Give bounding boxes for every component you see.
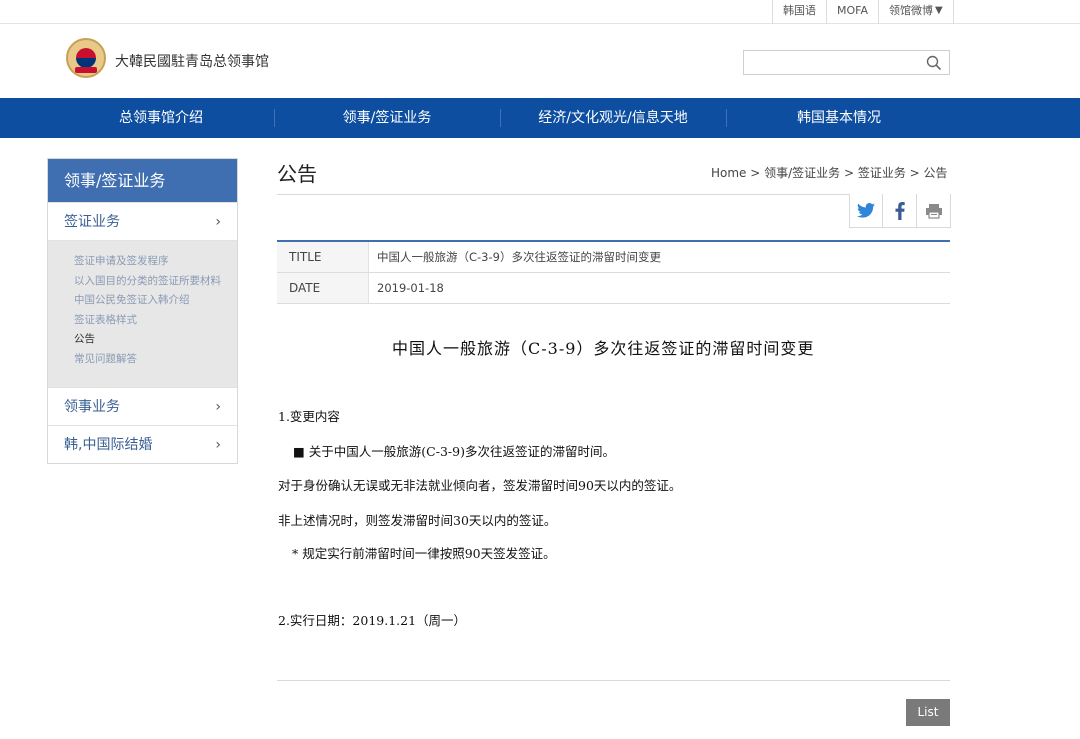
korean-language-link[interactable]: 韩国语 [772, 0, 826, 24]
submenu-notice[interactable]: 公告 [74, 330, 237, 350]
sidebar: 领事/签证业务 签证业务 › 签证申请及签发程序 以入国目的分类的签证所要材料 … [47, 158, 238, 464]
breadcrumb[interactable]: Home > 领事/签证业务 > 签证业务 > 公告 [711, 164, 948, 181]
title-value: 中国人一般旅游（C-3-9）多次往返签证的滞留时间变更 [377, 250, 661, 264]
article-heading: 中国人一般旅游（C-3-9）多次往返签证的滞留时间变更 [392, 339, 815, 358]
chevron-right-icon: › [215, 214, 221, 230]
consulate-weibo-dropdown[interactable]: 领馆微博 ▼ [878, 0, 954, 24]
page-title: 公告 [277, 162, 317, 186]
date-value: 2019-01-18 [377, 281, 444, 295]
submenu-visa-procedure[interactable]: 签证申请及签发程序 [74, 252, 237, 272]
nav-consulate-intro[interactable]: 总领事馆介绍 [48, 98, 274, 138]
sidebar-item-label: 韩,中国际结婚 [64, 437, 153, 453]
article-bullet: ■ 关于中国人一般旅游(C-3-9)多次往返签证的滞留时间。 [293, 444, 615, 459]
print-button[interactable] [917, 194, 951, 228]
article-paragraph: 非上述情况时，则签发滞留时间30天以内的签证。 [278, 513, 557, 528]
main-nav: 总领事馆介绍 领事/签证业务 经济/文化观光/信息天地 韩国基本情况 [0, 98, 1080, 138]
table-row: DATE 2019-01-18 [277, 273, 950, 304]
title-key: TITLE [277, 242, 369, 272]
logo-ribbon [75, 67, 97, 73]
site-title[interactable]: 大韓民國駐青岛总领事馆 [115, 51, 269, 71]
nav-economy-culture[interactable]: 经济/文化观光/信息天地 [500, 98, 726, 138]
article-paragraph: 对于身份确认无误或无非法就业倾向者，签发滞留时间90天以内的签证。 [278, 478, 682, 493]
article-note: * 规定实行前滞留时间一律按照90天签发签证。 [292, 546, 556, 561]
sidebar-item-label: 签证业务 [64, 214, 120, 230]
printer-icon [925, 203, 942, 219]
bottom-divider [277, 680, 950, 681]
nav-consular-visa[interactable]: 领事/签证业务 [274, 98, 500, 138]
facebook-icon [895, 201, 905, 220]
sidebar-submenu: 签证申请及签发程序 以入国目的分类的签证所要材料 中国公民免签证入韩介绍 签证表… [48, 240, 237, 387]
taegeuk-emblem-icon [76, 48, 96, 68]
submenu-visa-free-entry[interactable]: 中国公民免签证入韩介绍 [74, 291, 237, 311]
utility-links: 韩国语 MOFA 领馆微博 ▼ [772, 0, 954, 24]
consulate-logo[interactable] [66, 38, 106, 78]
mofa-link[interactable]: MOFA [826, 0, 878, 24]
chevron-down-icon: ▼ [935, 5, 943, 16]
search-icon[interactable] [926, 55, 942, 71]
date-key: DATE [277, 273, 369, 303]
chevron-right-icon: › [215, 437, 221, 453]
sidebar-item-visa[interactable]: 签证业务 › [48, 202, 237, 240]
sidebar-item-label: 领事业务 [64, 399, 120, 415]
submenu-visa-forms[interactable]: 签证表格样式 [74, 311, 237, 331]
submenu-visa-documents[interactable]: 以入国目的分类的签证所要材料 [74, 272, 237, 292]
list-button[interactable]: List [906, 699, 950, 726]
twitter-share-button[interactable] [849, 194, 883, 228]
twitter-icon [857, 203, 875, 218]
sidebar-item-marriage[interactable]: 韩,中国际结婚 › [48, 425, 237, 463]
share-buttons [849, 194, 951, 228]
nav-korea-basics[interactable]: 韩国基本情况 [726, 98, 952, 138]
sidebar-heading: 领事/签证业务 [48, 159, 237, 202]
table-row: TITLE 中国人一般旅游（C-3-9）多次往返签证的滞留时间变更 [277, 242, 950, 273]
facebook-share-button[interactable] [883, 194, 917, 228]
article-section-2: 2.实行日期：2019.1.21（周一） [278, 613, 467, 628]
chevron-right-icon: › [215, 399, 221, 415]
search-box [743, 50, 950, 75]
article-section-1: 1.变更内容 [278, 409, 340, 424]
submenu-faq[interactable]: 常见问题解答 [74, 350, 237, 370]
sidebar-item-consular[interactable]: 领事业务 › [48, 387, 237, 425]
post-info-table: TITLE 中国人一般旅游（C-3-9）多次往返签证的滞留时间变更 DATE 2… [277, 240, 950, 304]
search-input[interactable] [744, 51, 924, 74]
weibo-dropdown-label: 领馆微博 [889, 4, 933, 17]
utility-bar: 韩国语 MOFA 领馆微博 ▼ [0, 0, 1080, 24]
